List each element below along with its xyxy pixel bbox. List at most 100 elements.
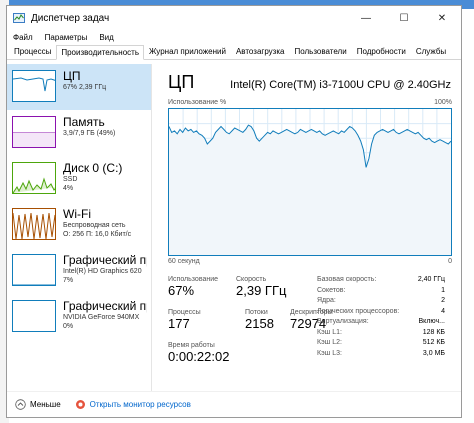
- detail-row: Кэш L2: 512 КБ: [317, 339, 445, 350]
- detail-value: Включ...: [418, 318, 445, 325]
- sidebar-item-detail: 3,9/7,9 ГБ (49%): [63, 130, 116, 137]
- memory-thumbnail-graph: [12, 116, 56, 148]
- sidebar-item-wifi[interactable]: Wi-Fi Беспроводная сеть О: 256 П: 16,0 К…: [7, 202, 151, 248]
- uptime-value: 0:00:22:02: [168, 349, 230, 364]
- title-bar[interactable]: Диспетчер задач — ☐ ✕: [7, 6, 461, 30]
- menu-bar: Файл Параметры Вид: [7, 30, 461, 45]
- speed-value: 2,39 ГГц: [236, 283, 287, 298]
- gpu1-thumbnail-graph: [12, 300, 56, 332]
- window-title: Диспетчер задач: [31, 12, 110, 24]
- maximize-button[interactable]: ☐: [385, 6, 423, 30]
- disk-thumbnail-graph: [12, 162, 56, 194]
- cpu-usage-graph: [168, 108, 452, 256]
- uptime-label: Время работы: [168, 342, 215, 349]
- tab-services[interactable]: Службы: [411, 44, 451, 59]
- cpu-usage-area: [169, 125, 451, 255]
- sidebar-item-detail-2: 7%: [63, 277, 74, 284]
- cpu-thumbnail-graph: [12, 70, 56, 102]
- graph-y-min: 0: [448, 258, 452, 265]
- detail-value: 3,0 МБ: [422, 349, 445, 357]
- tab-users[interactable]: Пользователи: [289, 44, 351, 59]
- menu-view[interactable]: Вид: [99, 33, 113, 42]
- graph-y-max: 100%: [434, 99, 452, 106]
- detail-label: Сокетов:: [317, 286, 346, 294]
- sidebar-item-name: Wi-Fi: [63, 208, 91, 221]
- menu-options[interactable]: Параметры: [45, 33, 88, 42]
- processes-label: Процессы: [168, 309, 201, 316]
- detail-value: 512 КБ: [422, 339, 445, 346]
- sidebar-item-disk[interactable]: Диск 0 (C:) SSD 4%: [7, 156, 151, 202]
- detail-value: 2: [441, 297, 445, 304]
- fewer-details-button[interactable]: Меньше: [15, 399, 61, 410]
- sidebar-item-name: Графический проц: [63, 300, 147, 313]
- close-button[interactable]: ✕: [423, 6, 461, 30]
- threads-label: Потоки: [245, 309, 268, 316]
- detail-row: Кэш L3: 3,0 МБ: [317, 350, 445, 361]
- detail-label: Логических процессоров:: [317, 307, 400, 315]
- menu-file[interactable]: Файл: [13, 33, 33, 42]
- threads-value: 2158: [245, 316, 274, 331]
- graph-y-label: Использование %: [168, 99, 227, 106]
- tab-strip: Процессы Производительность Журнал прило…: [7, 45, 461, 60]
- cpu-usage-graph-svg: [168, 109, 452, 255]
- resource-monitor-icon: [75, 400, 85, 409]
- sidebar-item-cpu[interactable]: ЦП 67% 2,39 ГГц: [7, 64, 151, 110]
- task-manager-icon: [13, 13, 25, 23]
- detail-label: Кэш L3:: [317, 349, 342, 357]
- gpu0-thumbnail-graph: [12, 254, 56, 286]
- detail-row: Виртуализация: Включ...: [317, 318, 445, 329]
- detail-label: Базовая скорость:: [317, 276, 377, 283]
- tab-processes[interactable]: Процессы: [9, 44, 56, 59]
- tab-startup[interactable]: Автозагрузка: [231, 44, 290, 59]
- detail-value: 2,40 ГГц: [417, 276, 445, 283]
- chevron-up-icon: [15, 399, 26, 410]
- sidebar-item-name: Графический проц: [63, 254, 147, 267]
- sidebar-item-gpu-0[interactable]: Графический проц Intel(R) HD Graphics 62…: [7, 248, 151, 294]
- detail-row: Ядра: 2: [317, 297, 445, 308]
- detail-row: Базовая скорость: 2,40 ГГц: [317, 276, 445, 287]
- page-title: ЦП: [168, 72, 195, 92]
- sidebar-item-name: Диск 0 (C:): [63, 162, 123, 175]
- sidebar-item-detail: 67% 2,39 ГГц: [63, 84, 107, 91]
- detail-label: Кэш L2:: [317, 339, 342, 346]
- detail-row: Кэш L1: 128 КБ: [317, 329, 445, 340]
- detail-label: Кэш L1:: [317, 328, 342, 336]
- open-resource-monitor-link[interactable]: Открыть монитор ресурсов: [75, 399, 191, 410]
- sidebar-item-detail-2: О: 256 П: 16,0 Кбит/с: [63, 231, 132, 238]
- sidebar-item-name: ЦП: [63, 70, 81, 83]
- task-manager-window: Диспетчер задач — ☐ ✕ Файл Параметры Вид…: [6, 5, 462, 418]
- sidebar-item-gpu-1[interactable]: Графический проц NVIDIA GeForce 940MX 0%: [7, 294, 151, 340]
- tab-app-history[interactable]: Журнал приложений: [144, 44, 231, 59]
- sidebar-item-memory[interactable]: Память 3,9/7,9 ГБ (49%): [7, 110, 151, 156]
- detail-row: Логических процессоров: 4: [317, 308, 445, 319]
- detail-value: 128 КБ: [422, 328, 445, 336]
- fewer-details-label: Меньше: [30, 400, 61, 409]
- detail-row: Сокетов: 1: [317, 287, 445, 298]
- detail-value: 1: [441, 286, 445, 294]
- sidebar-item-detail: SSD: [63, 176, 78, 183]
- wifi-thumbnail-graph: [12, 208, 56, 240]
- tab-details[interactable]: Подробности: [352, 44, 411, 59]
- sidebar-item-detail: Intel(R) HD Graphics 620: [63, 268, 142, 275]
- sidebar-item-detail: NVIDIA GeForce 940MX: [63, 314, 140, 321]
- cpu-model-name: Intel(R) Core(TM) i3-7100U CPU @ 2.40GHz: [230, 79, 451, 91]
- usage-value: 67%: [168, 283, 195, 298]
- detail-value: 4: [441, 307, 445, 315]
- usage-label: Использование: [168, 276, 219, 283]
- sidebar-item-detail-2: 4%: [63, 185, 74, 192]
- resource-monitor-link-label: Открыть монитор ресурсов: [89, 400, 191, 409]
- tab-performance[interactable]: Производительность: [56, 45, 144, 60]
- sidebar-item-detail-2: 0%: [63, 323, 74, 330]
- detail-label: Виртуализация:: [317, 318, 369, 325]
- sidebar-item-detail: Беспроводная сеть: [63, 222, 126, 229]
- speed-label: Скорость: [236, 276, 267, 283]
- processes-value: 177: [168, 316, 190, 331]
- graph-time-span: 60 секунд: [168, 258, 200, 265]
- detail-label: Ядра:: [317, 297, 336, 304]
- footer-bar: Меньше Открыть монитор ресурсов: [7, 391, 461, 417]
- cpu-details-table: Базовая скорость: 2,40 ГГц Сокетов: 1 Ядра…: [317, 276, 445, 360]
- minimize-button[interactable]: —: [347, 6, 385, 30]
- resource-sidebar: ЦП 67% 2,39 ГГц Память 3,9/7,9 ГБ (49%): [7, 64, 152, 391]
- sidebar-item-name: Память: [63, 116, 105, 129]
- cpu-panel: ЦП Intel(R) Core(TM) i3-7100U CPU @ 2.40…: [152, 64, 461, 391]
